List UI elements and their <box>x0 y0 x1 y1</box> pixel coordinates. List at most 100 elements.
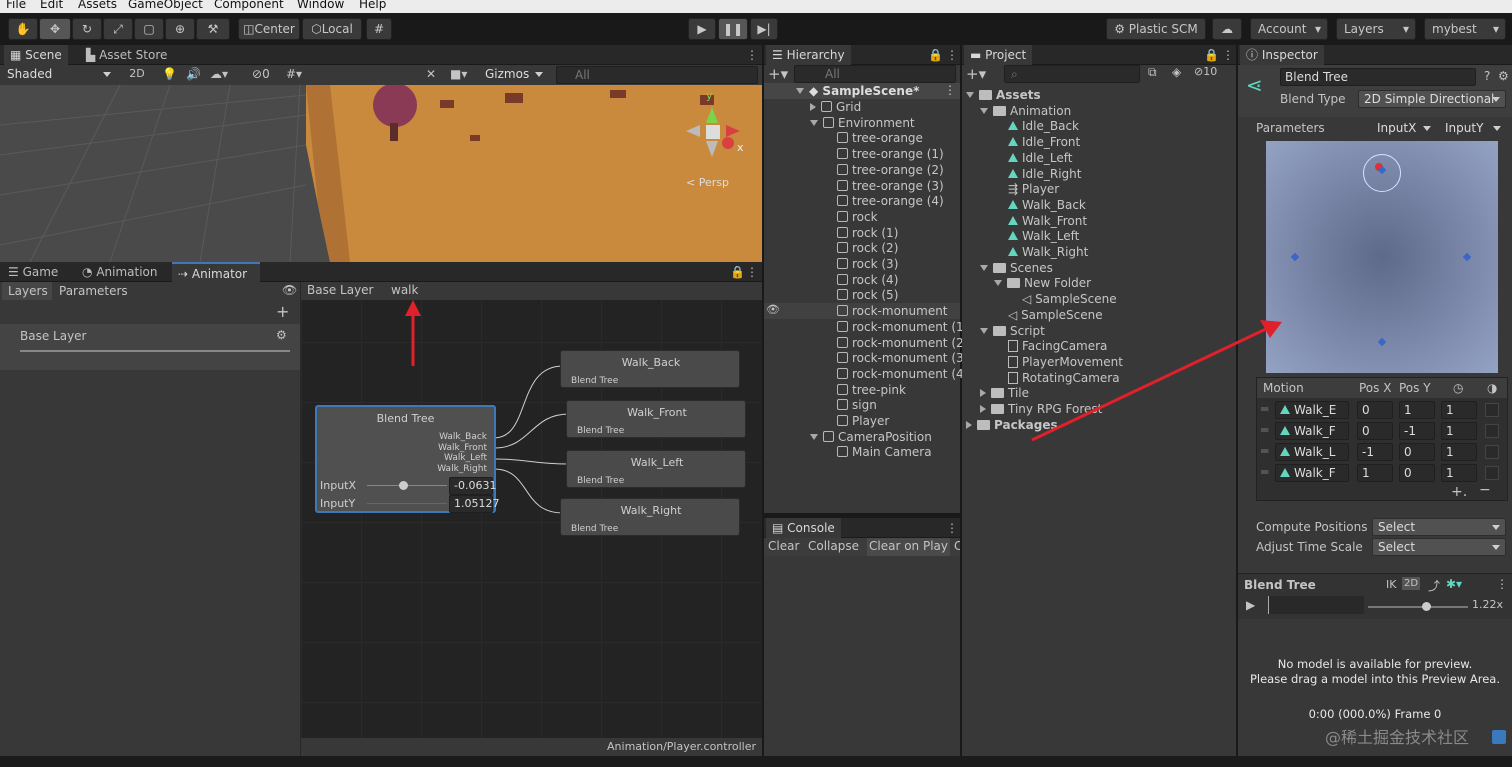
mirror-checkbox[interactable] <box>1485 466 1499 480</box>
list-item[interactable]: rock (4) <box>837 272 898 288</box>
more-options-icon[interactable]: ⋮ <box>944 83 956 97</box>
effects-icon[interactable]: ☁▾ <box>210 67 228 81</box>
tab-asset-store[interactable]: ▙ Asset Store <box>80 45 173 65</box>
project-search-input[interactable]: ⌕ <box>1004 65 1140 83</box>
move-tool-button[interactable]: ✥ <box>39 18 71 40</box>
blend-tree-node[interactable]: Blend Tree Walk_Back Walk_Front Walk_Lef… <box>315 405 500 513</box>
rotate-tool-button[interactable]: ↻ <box>72 18 102 40</box>
pivot-center-button[interactable]: ◫Center <box>238 18 300 40</box>
filter-label-icon[interactable]: ◈ <box>1172 65 1181 79</box>
eye-icon[interactable]: 👁 <box>282 283 297 297</box>
pos-x-field[interactable]: -1 <box>1357 443 1393 461</box>
ik-toggle[interactable]: IK <box>1386 578 1396 591</box>
motion-point-left[interactable] <box>1290 252 1300 262</box>
motion-node-walk-right[interactable]: Walk_Right Blend Tree <box>560 498 740 536</box>
clear-button[interactable]: Clear <box>768 539 799 553</box>
pause-button[interactable]: ❚❚ <box>718 18 748 40</box>
pivot-local-button[interactable]: ⬡Local <box>302 18 362 40</box>
tab-layers[interactable]: Layers <box>2 282 52 300</box>
menu-file[interactable]: File <box>6 0 26 10</box>
more-options-icon[interactable]: ⋮ <box>1216 45 1240 65</box>
name-field[interactable]: Blend Tree <box>1280 68 1476 86</box>
create-asset-button[interactable]: +▾ <box>966 65 986 83</box>
list-item[interactable]: rock-monument (4 <box>837 366 964 382</box>
pos-y-field[interactable]: -1 <box>1399 422 1435 440</box>
filter-type-icon[interactable]: ⧉ <box>1148 65 1157 80</box>
scale-tool-button[interactable]: ⤢ <box>103 18 133 40</box>
add-layer-button[interactable]: + <box>276 302 289 321</box>
layout-dropdown[interactable]: mybest ▾ <box>1424 18 1506 40</box>
motion-node-walk-front[interactable]: Walk_Front Blend Tree <box>566 400 746 438</box>
list-item[interactable]: Idle_Back <box>1008 118 1079 134</box>
grid-icon[interactable]: #▾ <box>286 67 302 81</box>
light-icon[interactable]: 💡 <box>162 67 177 81</box>
pos-x-field[interactable]: 1 <box>1357 464 1393 482</box>
more-options-icon[interactable]: ⋮ <box>940 45 964 65</box>
mirror-checkbox[interactable] <box>1485 424 1499 438</box>
list-item[interactable]: Environment <box>810 115 915 131</box>
shading-dropdown[interactable]: Shaded <box>2 66 116 84</box>
console-cut-button[interactable]: C <box>954 539 960 553</box>
list-item[interactable]: Scenes <box>980 260 1053 276</box>
add-object-button[interactable]: +▾ <box>768 65 788 83</box>
gear-icon[interactable]: ⚙ <box>1498 69 1509 83</box>
collapse-button[interactable]: Collapse <box>808 539 859 553</box>
preview-speed-slider[interactable] <box>1368 606 1468 608</box>
gear-icon[interactable]: ⚙ <box>276 328 287 342</box>
pos-y-field[interactable]: 0 <box>1399 464 1435 482</box>
motion-field[interactable]: Walk_F <box>1275 464 1349 482</box>
tab-project[interactable]: ▬ Project <box>964 45 1033 65</box>
hand-tool-button[interactable]: ✋ <box>8 18 38 40</box>
param-x-slider-thumb[interactable] <box>399 481 408 490</box>
tab-console[interactable]: ▤ Console <box>766 518 841 538</box>
play-button[interactable]: ▶ <box>688 18 716 40</box>
list-item[interactable]: tree-orange <box>837 130 923 146</box>
more-options-icon[interactable]: ⋮ <box>1496 577 1508 591</box>
list-item[interactable]: rock (3) <box>837 256 898 272</box>
tab-game[interactable]: ☰ Game <box>2 262 64 282</box>
list-item[interactable]: Walk_Front <box>1008 213 1087 229</box>
speed-field[interactable]: 1 <box>1441 443 1477 461</box>
tools-icon[interactable]: ✕ <box>426 67 436 81</box>
persp-label[interactable]: < Persp <box>686 176 729 189</box>
scene-row[interactable]: ◆ SampleScene* ⋮ <box>764 83 960 99</box>
table-row[interactable]: ═ Walk_F 1 0 1 <box>1257 463 1507 484</box>
cloud-icon[interactable]: ☁ <box>1212 18 1242 40</box>
list-item[interactable]: tree-orange (2) <box>837 162 944 178</box>
preview-timeline[interactable] <box>1268 596 1364 614</box>
preview-2d-toggle[interactable]: 2D <box>1402 577 1421 590</box>
tab-parameters[interactable]: Parameters <box>54 282 128 300</box>
list-item[interactable]: rock (1) <box>837 225 898 241</box>
list-item[interactable]: ⇶ Player <box>1008 181 1059 197</box>
speed-field[interactable]: 1 <box>1441 401 1477 419</box>
pos-x-field[interactable]: 0 <box>1357 422 1393 440</box>
pivot-icon[interactable]: ⤴ <box>1428 577 1440 594</box>
list-item[interactable]: New Folder <box>994 275 1091 291</box>
menu-gameobject[interactable]: GameObject <box>128 0 203 10</box>
list-item[interactable]: tree-orange (3) <box>837 178 944 194</box>
scene-search-input[interactable]: All <box>556 66 758 84</box>
list-item[interactable]: tree-pink <box>837 382 906 398</box>
list-item[interactable]: Player <box>837 413 889 429</box>
mirror-checkbox[interactable] <box>1485 445 1499 459</box>
list-item[interactable]: rock (5) <box>837 287 898 303</box>
transform-tool-button[interactable]: ⊕ <box>165 18 195 40</box>
list-item[interactable]: Grid <box>810 99 861 115</box>
gizmos-dropdown[interactable]: Gizmos <box>480 66 548 84</box>
menu-edit[interactable]: Edit <box>40 0 63 10</box>
hidden-objects-icon[interactable]: ⊘0 <box>252 67 270 81</box>
avatar-icon[interactable]: ✱▾ <box>1446 577 1462 591</box>
menu-window[interactable]: Window <box>297 0 344 10</box>
list-item[interactable]: Main Camera <box>837 444 932 460</box>
clear-on-play-button[interactable]: Clear on Play <box>867 538 950 556</box>
tab-hierarchy[interactable]: ☰ Hierarchy <box>766 45 851 65</box>
adjust-time-scale-dropdown[interactable]: Select <box>1372 538 1506 556</box>
list-item[interactable]: CameraPosition <box>810 429 932 445</box>
list-item[interactable]: rock (2) <box>837 240 898 256</box>
list-item[interactable]: Idle_Left <box>1008 150 1072 166</box>
scene-viewport[interactable]: y x < Persp <box>0 85 762 262</box>
tab-animator[interactable]: ⇢ Animator <box>172 262 260 282</box>
list-item[interactable]: sign <box>837 397 877 413</box>
list-item[interactable]: Idle_Right <box>1008 166 1081 182</box>
custom-tool-button[interactable]: ⚒ <box>196 18 230 40</box>
